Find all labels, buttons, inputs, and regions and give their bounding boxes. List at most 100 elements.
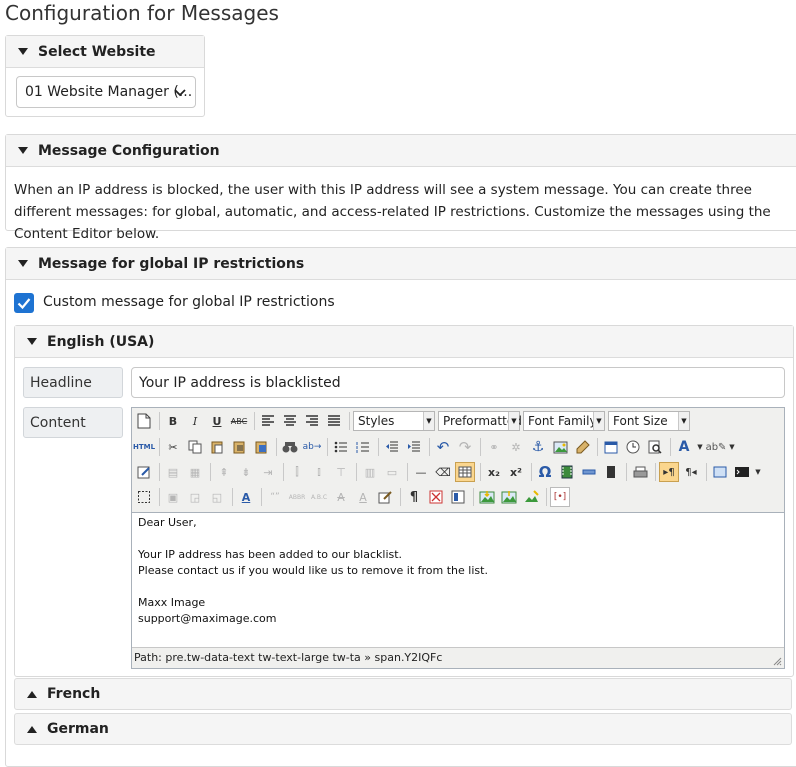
placeholder-icon[interactable]: [•] — [550, 487, 570, 507]
style-props-icon[interactable]: A — [236, 487, 256, 507]
split-cells-icon[interactable]: ▥ — [360, 462, 380, 482]
copy-icon[interactable] — [185, 437, 205, 457]
strikethrough-icon[interactable]: ABC — [229, 411, 249, 431]
undo-icon[interactable]: ↶ — [433, 437, 453, 457]
insert-row-before-icon[interactable]: ⇞ — [214, 462, 234, 482]
bold-icon[interactable]: B — [163, 411, 183, 431]
align-justify-icon[interactable] — [324, 411, 344, 431]
indent-icon[interactable] — [404, 437, 424, 457]
edit-form-icon[interactable] — [134, 462, 154, 482]
anchor-icon[interactable]: ⚓ — [528, 437, 548, 457]
editor-content-area[interactable]: Dear User, Your IP address has been adde… — [132, 512, 784, 648]
abbr-icon[interactable]: ABBR — [287, 487, 307, 507]
french-language-title: French — [47, 686, 101, 702]
replace-icon[interactable]: ab→ — [302, 437, 322, 457]
global-ip-header[interactable]: Message for global IP restrictions — [6, 248, 796, 280]
find-icon[interactable] — [280, 437, 300, 457]
font-family-dropdown[interactable]: Font Family ▼ — [523, 411, 605, 431]
redo-icon[interactable]: ↷ — [455, 437, 475, 457]
insert-time-icon[interactable] — [623, 437, 643, 457]
superscript-icon[interactable]: x² — [506, 462, 526, 482]
attributes-icon[interactable] — [375, 487, 395, 507]
non-breaking-icon[interactable] — [426, 487, 446, 507]
template-icon[interactable] — [448, 487, 468, 507]
collapse-triangle-icon — [18, 147, 28, 154]
acronym-icon[interactable]: A.B.C — [309, 487, 329, 507]
english-language-header[interactable]: English (USA) — [15, 326, 793, 358]
page-break-icon[interactable] — [601, 462, 621, 482]
font-size-dropdown[interactable]: Font Size ▼ — [608, 411, 690, 431]
delete-row-icon[interactable]: ⇥ — [258, 462, 278, 482]
insert-date-icon[interactable] — [601, 437, 621, 457]
print-icon[interactable] — [630, 462, 650, 482]
paste-text-icon[interactable] — [229, 437, 249, 457]
paste-word-icon[interactable] — [251, 437, 271, 457]
paste-icon[interactable] — [207, 437, 227, 457]
show-blocks-icon[interactable]: ¶ — [404, 487, 424, 507]
advanced-hr-icon[interactable] — [579, 462, 599, 482]
background-color-dropdown-icon[interactable]: ▼ — [728, 437, 736, 457]
align-center-icon[interactable] — [280, 411, 300, 431]
insert-row-after-icon[interactable]: ⇟ — [236, 462, 256, 482]
outdent-icon[interactable] — [382, 437, 402, 457]
page-title: Configuration for Messages — [5, 1, 279, 25]
media-icon[interactable] — [557, 462, 577, 482]
new-document-icon[interactable] — [134, 411, 154, 431]
insert-col-after-icon[interactable]: ⫾ — [309, 462, 329, 482]
select-website-header[interactable]: Select Website — [6, 36, 204, 68]
merge-cells-icon[interactable]: ▭ — [382, 462, 402, 482]
insert-file-icon[interactable] — [499, 487, 519, 507]
insert-image-manager-icon[interactable] — [477, 487, 497, 507]
website-select[interactable]: 01 Website Manager (... — [16, 76, 196, 108]
background-color-icon[interactable]: ab✎ — [706, 437, 727, 457]
visual-aid-icon[interactable] — [134, 487, 154, 507]
collapse-triangle-icon — [27, 338, 37, 345]
align-right-icon[interactable] — [302, 411, 322, 431]
script-dropdown-icon[interactable]: ▼ — [754, 462, 762, 482]
html-source-icon[interactable]: HTML — [133, 437, 155, 457]
unlink-icon[interactable]: ✲ — [506, 437, 526, 457]
del-icon[interactable]: A — [331, 487, 351, 507]
german-language-header[interactable]: German — [14, 713, 792, 745]
ins-icon[interactable]: A — [353, 487, 373, 507]
italic-icon[interactable]: I — [185, 411, 205, 431]
cleanup-icon[interactable] — [572, 437, 592, 457]
layer-insert-icon[interactable]: ▣ — [163, 487, 183, 507]
cite-icon[interactable]: “” — [265, 487, 285, 507]
numbered-list-icon[interactable] — [353, 437, 373, 457]
french-language-header[interactable]: French — [14, 678, 792, 710]
table-cell-props-icon[interactable]: ▦ — [185, 462, 205, 482]
styles-dropdown[interactable]: Styles ▼ — [353, 411, 435, 431]
format-dropdown[interactable]: Preformatted ▼ — [438, 411, 522, 431]
insert-link-manager-icon[interactable] — [521, 487, 541, 507]
text-color-icon[interactable]: A — [674, 437, 694, 457]
table-row-props-icon[interactable]: ▤ — [163, 462, 183, 482]
image-icon[interactable] — [550, 437, 570, 457]
link-icon[interactable]: ⚭ — [484, 437, 504, 457]
layer-backward-icon[interactable]: ◱ — [207, 487, 227, 507]
text-color-dropdown-icon[interactable]: ▼ — [696, 437, 704, 457]
remove-format-icon[interactable]: ⌫ — [433, 462, 453, 482]
delete-col-icon[interactable]: ⊤ — [331, 462, 351, 482]
insert-table-icon[interactable] — [455, 462, 475, 482]
fullscreen-icon[interactable] — [710, 462, 730, 482]
layer-forward-icon[interactable]: ◲ — [185, 487, 205, 507]
bullet-list-icon[interactable] — [331, 437, 351, 457]
collapse-triangle-icon — [18, 48, 28, 55]
special-char-icon[interactable]: Ω — [535, 462, 555, 482]
script-icon[interactable] — [732, 462, 752, 482]
align-left-icon[interactable] — [258, 411, 278, 431]
insert-col-before-icon[interactable]: ⫿ — [287, 462, 307, 482]
headline-input[interactable]: Your IP address is blacklisted — [131, 367, 785, 398]
custom-message-checkbox[interactable] — [14, 293, 34, 313]
ltr-icon[interactable]: ▸¶ — [659, 462, 679, 482]
preview-icon[interactable] — [645, 437, 665, 457]
horizontal-rule-icon[interactable]: — — [411, 462, 431, 482]
rtl-icon[interactable]: ¶◂ — [681, 462, 701, 482]
subscript-icon[interactable]: x₂ — [484, 462, 504, 482]
cut-icon[interactable]: ✂ — [163, 437, 183, 457]
resize-handle-icon[interactable] — [772, 656, 782, 666]
checkmark-icon — [17, 298, 31, 310]
message-configuration-header[interactable]: Message Configuration — [6, 135, 796, 167]
underline-icon[interactable]: U — [207, 411, 227, 431]
